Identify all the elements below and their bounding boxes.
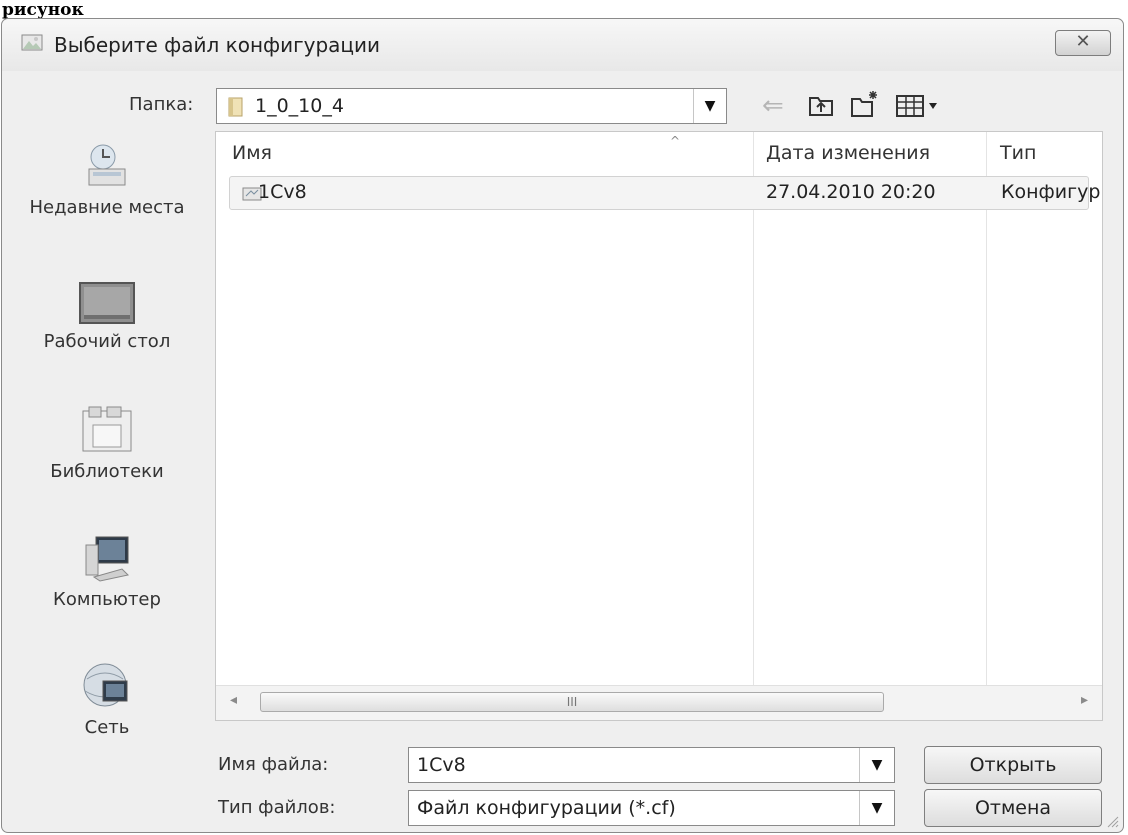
- folder-combo[interactable]: 1_0_10_4 ▼: [216, 88, 727, 124]
- file-row[interactable]: 1Cv8 27.04.2010 20:20 Конфигур: [229, 176, 1100, 210]
- chevron-down-icon[interactable]: ▼: [859, 791, 894, 825]
- column-header-modified[interactable]: Дата изменения: [766, 132, 930, 174]
- cancel-button[interactable]: Отмена: [924, 789, 1102, 827]
- chevron-down-icon[interactable]: ▼: [693, 89, 726, 123]
- open-file-dialog: Выберите файл конфигурации ✕ Папка: 1_0_…: [1, 18, 1124, 833]
- place-label: Рабочий стол: [43, 331, 171, 352]
- file-date-cell: 27.04.2010 20:20: [766, 181, 936, 203]
- place-label: Недавние места: [29, 197, 185, 218]
- close-button[interactable]: ✕: [1055, 30, 1111, 56]
- computer-icon: [85, 536, 130, 582]
- current-folder: 1_0_10_4: [255, 95, 344, 117]
- folder-label: Папка:: [129, 94, 194, 115]
- column-divider: [986, 132, 987, 720]
- close-icon: ✕: [1075, 31, 1091, 52]
- chevron-down-icon[interactable]: ▼: [859, 748, 894, 782]
- open-button[interactable]: Открыть: [924, 746, 1102, 784]
- file-name-combo[interactable]: 1Cv8 ▼: [408, 747, 895, 783]
- title-bar[interactable]: Выберите файл конфигурации ✕: [2, 19, 1123, 71]
- file-name-label: Имя файла:: [218, 754, 329, 775]
- resize-grip-icon[interactable]: [1105, 814, 1119, 828]
- file-type-label: Тип файлов:: [218, 797, 336, 818]
- column-header-type[interactable]: Тип: [1000, 132, 1036, 174]
- recent-places-icon: [88, 144, 126, 186]
- horizontal-scrollbar[interactable]: ◂ III ▸: [216, 685, 1102, 720]
- libraries-icon: [82, 406, 132, 452]
- desktop-icon: [79, 282, 135, 324]
- scroll-right-icon[interactable]: ▸: [1081, 692, 1088, 708]
- place-libraries[interactable]: Библиотеки: [2, 405, 212, 485]
- place-computer[interactable]: Компьютер: [2, 535, 212, 613]
- back-arrow-icon[interactable]: ⇐: [762, 91, 784, 121]
- place-desktop[interactable]: Рабочий стол: [2, 281, 212, 355]
- place-label: Библиотеки: [50, 461, 164, 482]
- network-icon: [83, 663, 128, 707]
- place-label: Компьютер: [53, 589, 161, 610]
- place-label: Сеть: [84, 717, 130, 738]
- dialog-app-icon: [21, 34, 43, 51]
- folder-up-icon[interactable]: [808, 94, 834, 118]
- column-divider: [753, 132, 754, 720]
- new-folder-icon[interactable]: [850, 89, 880, 119]
- view-menu-icon[interactable]: [896, 94, 944, 118]
- file-type-cell: Конфигур: [1001, 181, 1101, 203]
- folder-icon: [228, 97, 243, 117]
- column-header-name[interactable]: Имя: [232, 132, 272, 174]
- scroll-left-icon[interactable]: ◂: [230, 692, 237, 708]
- file-type-select[interactable]: Файл конфигурации (*.cf) ▼: [408, 790, 895, 826]
- file-name-cell: 1Cv8: [258, 181, 307, 203]
- file-list[interactable]: ^ Имя Дата изменения Тип 1Cv8 27.04.2010…: [215, 131, 1103, 721]
- place-network[interactable]: Сеть: [2, 661, 212, 741]
- scrollbar-grip: III: [566, 695, 578, 709]
- sort-ascending-icon: ^: [670, 134, 681, 148]
- scrollbar-thumb[interactable]: III: [260, 692, 884, 712]
- place-recent[interactable]: Недавние места: [2, 141, 212, 221]
- dialog-title: Выберите файл конфигурации: [54, 33, 381, 57]
- file-type-value: Файл конфигурации (*.cf): [417, 797, 676, 819]
- file-name-input[interactable]: 1Cv8: [417, 754, 466, 776]
